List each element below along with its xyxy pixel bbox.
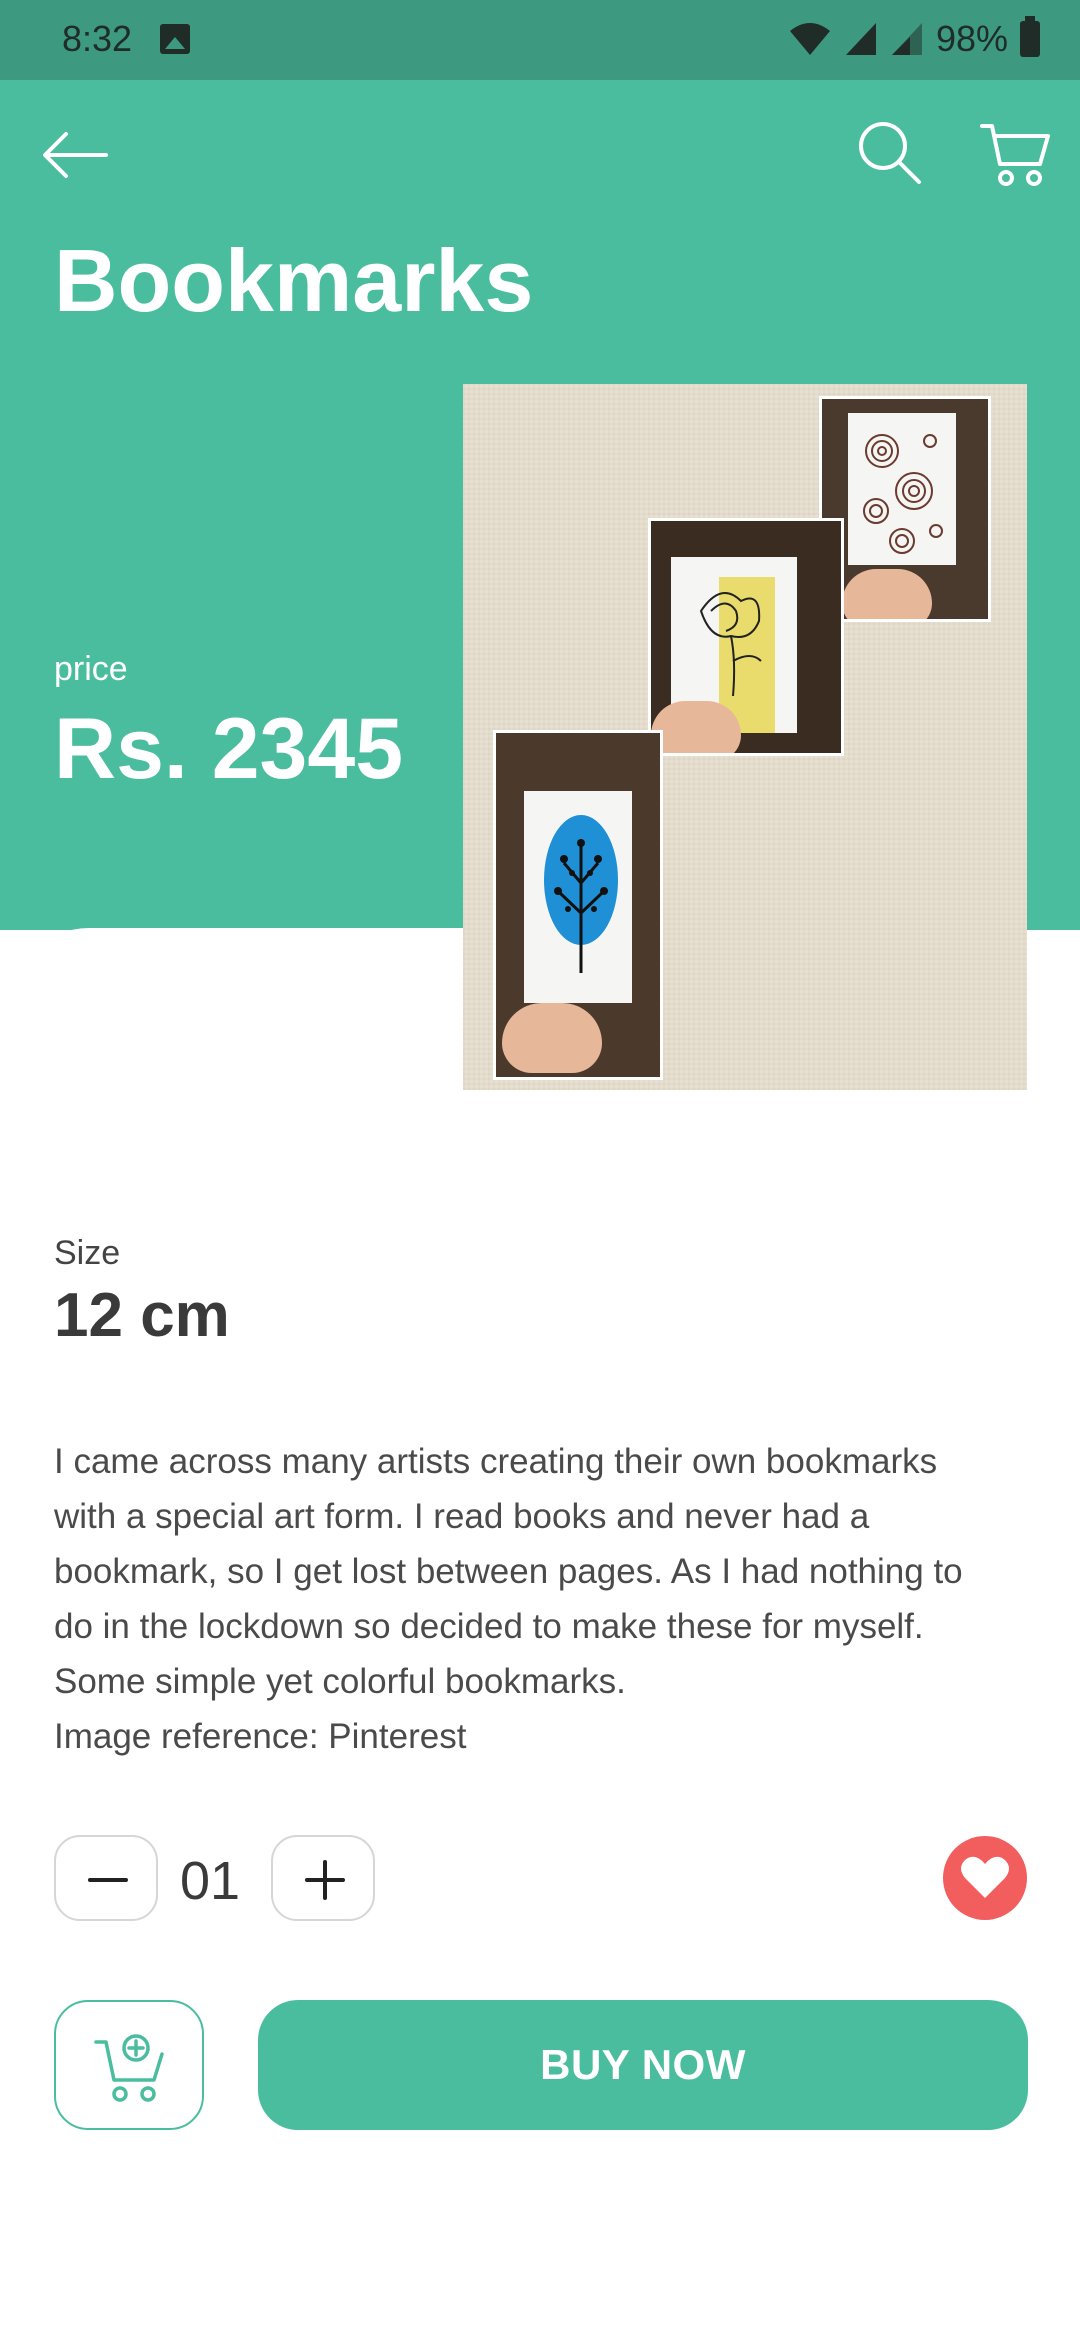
search-icon	[859, 122, 921, 184]
battery-icon	[1020, 16, 1040, 57]
size-value: 12 cm	[54, 1281, 230, 1350]
signal-icon	[891, 23, 922, 55]
image-icon	[160, 24, 190, 54]
heart-icon	[961, 1856, 1009, 1898]
cart-button[interactable]	[980, 118, 1052, 190]
add-to-cart-button[interactable]	[54, 2000, 204, 2130]
description-line: Some simple yet colorful bookmarks.	[54, 1662, 626, 1701]
bookmark-photo-swirls	[819, 396, 991, 622]
description-line: do in the lockdown so decided to make th…	[54, 1607, 924, 1646]
battery-percent: 98%	[935, 18, 1008, 59]
status-indicators: 98%	[788, 16, 1040, 60]
tree-drawing	[554, 839, 608, 973]
bookmark-photo-tree	[493, 730, 663, 1080]
wifi-icon	[789, 23, 830, 55]
flower-drawing	[699, 592, 762, 697]
search-button[interactable]	[855, 118, 925, 188]
quantity-value: 01	[180, 1851, 241, 1911]
page-title: Bookmarks	[54, 231, 534, 330]
status-time: 8:32	[62, 18, 133, 59]
back-arrow-icon	[43, 132, 108, 178]
buy-now-button[interactable]: BUY NOW	[258, 2000, 1028, 2130]
signal-icon	[845, 23, 876, 55]
bookmark-photo-flower	[648, 518, 844, 756]
size-label: Size	[54, 1234, 121, 1272]
quantity-decrease-button[interactable]	[54, 1835, 158, 1921]
description-line: with a special art form. I read books an…	[54, 1497, 870, 1536]
price-label: price	[54, 650, 128, 688]
cart-add-icon	[94, 2034, 164, 2102]
favorite-button[interactable]	[943, 1836, 1027, 1920]
plus-icon	[305, 1860, 345, 1900]
minus-icon	[88, 1878, 128, 1882]
quantity-increase-button[interactable]	[271, 1835, 375, 1921]
product-image	[463, 384, 1027, 1090]
product-description: I came across many artists creating thei…	[54, 1434, 1034, 1764]
back-button[interactable]	[40, 120, 110, 190]
swirl-drawing	[863, 434, 943, 554]
status-bar: 8:32 98%	[0, 0, 1080, 80]
description-line: bookmark, so I get lost between pages. A…	[54, 1552, 963, 1591]
price-value: Rs. 2345	[54, 701, 404, 797]
description-line: Image reference: Pinterest	[54, 1717, 467, 1756]
cart-icon	[980, 124, 1050, 186]
description-line: I came across many artists creating thei…	[54, 1442, 938, 1481]
